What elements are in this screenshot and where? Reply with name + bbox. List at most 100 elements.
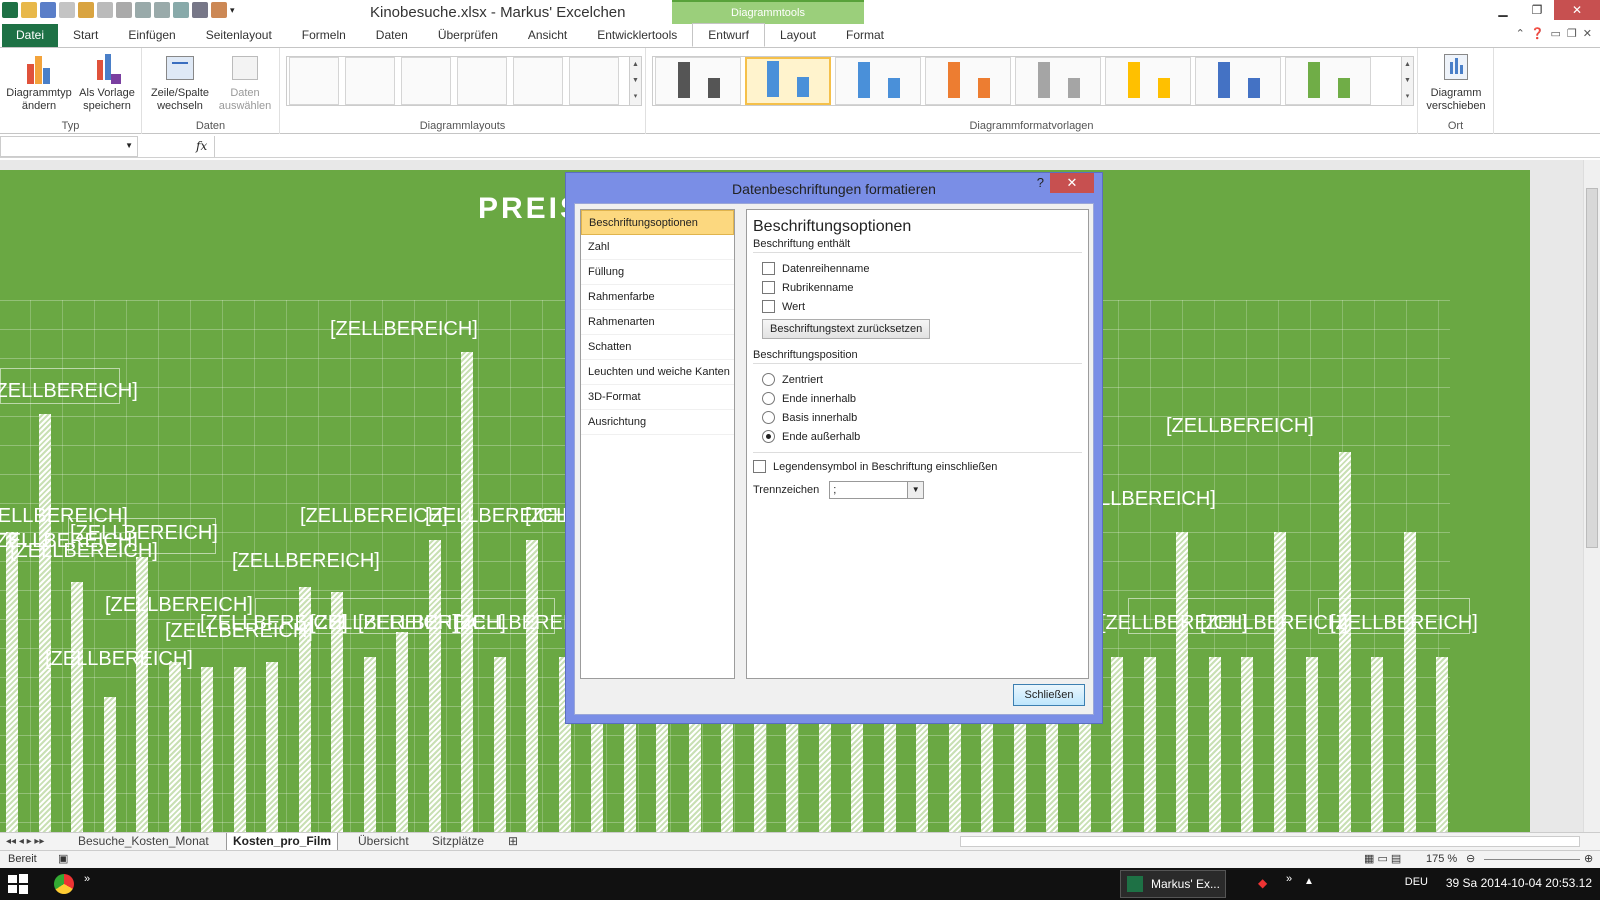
nav-fuellung[interactable]: Füllung	[581, 260, 734, 285]
layout-option[interactable]	[569, 57, 619, 105]
folder-icon[interactable]	[78, 2, 94, 18]
style-option-gray[interactable]	[1015, 57, 1101, 105]
zoom-in-icon[interactable]: ⊕	[1584, 852, 1593, 865]
separator-select[interactable]: ▼;	[829, 480, 925, 499]
taskbar-more-icon[interactable]: »	[84, 873, 90, 885]
chart-bar[interactable]	[71, 582, 83, 832]
open-icon[interactable]	[21, 2, 37, 18]
vertical-scrollbar[interactable]	[1583, 160, 1600, 832]
formula-input[interactable]	[214, 136, 1600, 157]
doc-restore-icon[interactable]: ❐	[1567, 27, 1577, 40]
chart-bar[interactable]	[1241, 657, 1253, 832]
layout-option[interactable]	[401, 57, 451, 105]
name-box-dropdown-icon[interactable]: ▼	[125, 141, 133, 150]
close-button[interactable]: Schließen	[1013, 684, 1085, 706]
tab-entwicklertools[interactable]: Entwicklertools	[582, 24, 692, 47]
save-icon[interactable]	[40, 2, 56, 18]
close-icon[interactable]: ✕	[1554, 0, 1600, 20]
sort-icon[interactable]	[173, 2, 189, 18]
scrollbar-thumb[interactable]	[1586, 188, 1598, 548]
data-label[interactable]: [ZELLBEREICH]	[1166, 415, 1314, 438]
nav-ausrichtung[interactable]: Ausrichtung	[581, 410, 734, 435]
customize-qat-icon[interactable]: ▾	[230, 5, 235, 16]
spelling-icon[interactable]	[116, 2, 132, 18]
move-chart-button[interactable]: Diagramm verschieben	[1422, 52, 1490, 113]
sheet-tab-kosten-pro-film[interactable]: Kosten_pro_Film	[226, 833, 339, 850]
reset-label-text-button[interactable]: Beschriftungstext zurücksetzen	[762, 319, 931, 339]
data-label[interactable]: [ZELLBEREICH]	[45, 648, 193, 671]
checkbox-box[interactable]	[762, 262, 775, 275]
tab-ueberpruefen[interactable]: Überprüfen	[423, 24, 513, 47]
chart-bar[interactable]	[1371, 657, 1383, 832]
zoom-level[interactable]: 175 %	[1426, 853, 1457, 865]
chart-bar[interactable]	[1143, 657, 1156, 832]
chrome-icon[interactable]	[54, 874, 74, 894]
clock[interactable]: 39 Sa 2014-10-04 20:53.12	[1446, 876, 1592, 890]
zoom-slider[interactable]	[1484, 859, 1580, 860]
style-option-orange[interactable]	[925, 57, 1011, 105]
sheet-tab-uebersicht[interactable]: Übersicht	[358, 833, 409, 850]
chart-bar[interactable]	[1338, 452, 1351, 832]
chart-bar[interactable]	[168, 662, 181, 832]
help-icon[interactable]: ?	[1037, 175, 1044, 190]
tab-layout[interactable]: Layout	[765, 24, 831, 47]
doc-close-icon[interactable]: ✕	[1583, 27, 1592, 40]
radio-inside-end[interactable]: Ende innerhalb	[753, 389, 1082, 408]
chart-bar[interactable]	[1436, 657, 1448, 832]
sheet-nav-arrows-icon[interactable]: ◂◂ ◂ ▸ ▸▸	[6, 833, 44, 850]
chart-bar[interactable]	[1306, 657, 1318, 832]
data-label[interactable]: [ZELLBEREICH]	[232, 550, 380, 573]
chart-bar[interactable]	[1403, 532, 1416, 832]
layout-option[interactable]	[345, 57, 395, 105]
chart-bar[interactable]	[428, 540, 441, 832]
nav-beschriftungsoptionen[interactable]: Beschriftungsoptionen	[581, 210, 734, 235]
print-icon[interactable]	[59, 2, 75, 18]
chevron-down-icon[interactable]: ▼	[907, 481, 924, 498]
change-chart-type-button[interactable]: Diagrammtyp ändern	[4, 52, 74, 113]
sheet-tab-sitzplaetze[interactable]: Sitzplätze	[432, 833, 484, 850]
macro-record-icon[interactable]: ▣	[58, 852, 68, 865]
radio-center[interactable]: Zentriert	[753, 370, 1082, 389]
nav-leuchten[interactable]: Leuchten und weiche Kanten	[581, 360, 734, 385]
taskbar-excel-item[interactable]: Markus' Ex...	[1120, 870, 1226, 898]
redo-icon[interactable]	[154, 2, 170, 18]
chart-bar[interactable]	[1111, 657, 1123, 832]
nav-zahl[interactable]: Zahl	[581, 235, 734, 260]
radio-button[interactable]	[762, 392, 775, 405]
tab-daten[interactable]: Daten	[361, 24, 423, 47]
tab-start[interactable]: Start	[58, 24, 113, 47]
radio-button[interactable]	[762, 373, 775, 386]
zoom-out-icon[interactable]: ⊖	[1466, 852, 1475, 865]
view-buttons-icon[interactable]: ▦ ▭ ▤	[1364, 852, 1401, 865]
checkbox-legend-key[interactable]: Legendensymbol in Beschriftung einschlie…	[753, 457, 1082, 476]
select-data-button[interactable]: Daten auswählen	[212, 52, 278, 113]
style-option-dark[interactable]	[655, 57, 741, 105]
data-label[interactable]: [ZELLBEREICH]	[330, 318, 478, 341]
name-box[interactable]: ▼	[0, 136, 138, 157]
chart-bar[interactable]	[461, 352, 473, 832]
chart-bar[interactable]	[493, 657, 506, 832]
chart-bar[interactable]	[6, 532, 18, 832]
radio-button[interactable]	[762, 411, 775, 424]
style-option-darkblue[interactable]	[1195, 57, 1281, 105]
nav-rahmenfarbe[interactable]: Rahmenfarbe	[581, 285, 734, 310]
tab-formeln[interactable]: Formeln	[287, 24, 361, 47]
new-sheet-icon[interactable]: ⊞	[508, 833, 518, 850]
tab-ansicht[interactable]: Ansicht	[513, 24, 582, 47]
chart-bar[interactable]	[103, 697, 116, 832]
tab-format[interactable]: Format	[831, 24, 899, 47]
chart-bar[interactable]	[1273, 532, 1286, 832]
style-option-lightblue[interactable]	[835, 57, 921, 105]
layout-gallery-scroll[interactable]: ▲ ▼ ▾	[629, 57, 641, 105]
chart-bar[interactable]	[201, 667, 213, 832]
layout-option[interactable]	[513, 57, 563, 105]
copy-icon[interactable]	[97, 2, 113, 18]
checkbox-box[interactable]	[753, 460, 766, 473]
tab-entwurf[interactable]: Entwurf	[692, 23, 765, 47]
form-icon[interactable]	[192, 2, 208, 18]
tab-seitenlayout[interactable]: Seitenlayout	[191, 24, 287, 47]
undo-icon[interactable]	[135, 2, 151, 18]
tray-expand-icon[interactable]: ▲	[1304, 876, 1314, 887]
language-indicator[interactable]: DEU	[1405, 876, 1428, 888]
dialog-close-icon[interactable]: ✕	[1050, 173, 1094, 193]
